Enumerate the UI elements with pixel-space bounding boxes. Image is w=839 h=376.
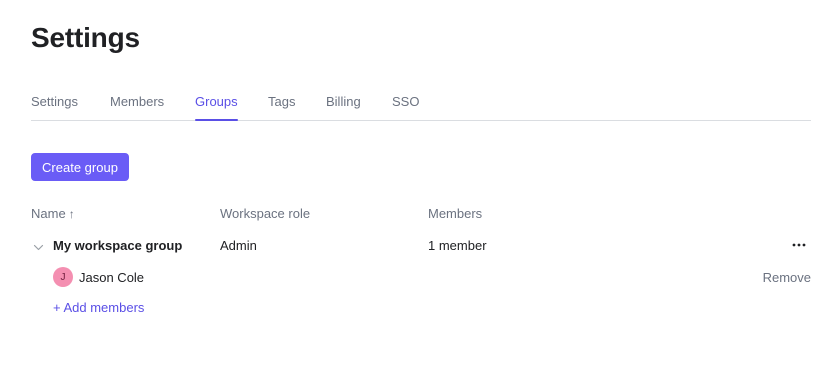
more-horizontal-icon[interactable] <box>789 236 809 254</box>
create-group-button[interactable]: Create group <box>31 153 129 181</box>
tabs-bar: Settings Members Groups Tags Billing SSO <box>31 94 811 121</box>
chevron-down-icon[interactable] <box>33 240 44 251</box>
sort-ascending-icon: ↑ <box>68 207 75 221</box>
page-title: Settings <box>31 22 140 53</box>
tab-members[interactable]: Members <box>110 94 164 120</box>
group-workspace-role: Admin <box>220 238 257 253</box>
avatar: J <box>53 267 73 287</box>
tab-groups[interactable]: Groups <box>195 94 238 121</box>
tab-sso[interactable]: SSO <box>392 94 419 120</box>
tab-settings[interactable]: Settings <box>31 94 78 120</box>
column-header-name[interactable]: Name ↑ <box>31 206 75 221</box>
group-member-count: 1 member <box>428 238 487 253</box>
remove-member-button[interactable]: Remove <box>763 270 811 285</box>
column-header-members: Members <box>428 206 483 221</box>
column-header-workspace-role: Workspace role <box>220 206 311 221</box>
tab-billing[interactable]: Billing <box>326 94 361 120</box>
member-name: Jason Cole <box>79 270 145 285</box>
column-header-name-label: Name <box>31 206 66 221</box>
group-name: My workspace group <box>53 238 183 253</box>
tab-tags[interactable]: Tags <box>268 94 295 120</box>
add-members-link[interactable]: + Add members <box>53 300 144 315</box>
